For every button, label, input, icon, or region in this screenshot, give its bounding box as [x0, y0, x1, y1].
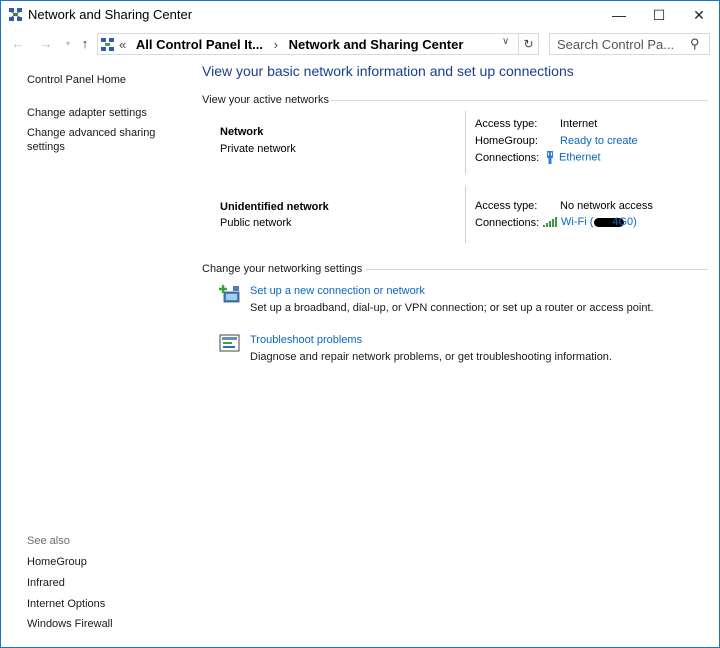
address-bar[interactable]: « All Control Panel It... › Network and …	[97, 33, 519, 55]
sidebar-item-infrared[interactable]: Infrared	[27, 576, 65, 590]
section-divider	[366, 269, 708, 270]
window-title: Network and Sharing Center	[28, 7, 193, 22]
network-divider	[465, 186, 466, 243]
access-type-label: Access type:	[475, 200, 538, 212]
see-also-heading: See also	[27, 535, 70, 547]
setup-new-connection-link[interactable]: Set up a new connection or network	[250, 285, 425, 297]
ethernet-connection-link[interactable]: Ethernet	[545, 151, 601, 164]
sidebar-item-homegroup[interactable]: HomeGroup	[27, 555, 87, 569]
window: Network and Sharing Center — ☐ ✕ ← → ▾ ↑…	[0, 0, 720, 648]
navigation-bar: ← → ▾ ↑ « All Control Panel It... › Netw…	[1, 31, 719, 57]
maximize-icon: ☐	[652, 6, 666, 23]
breadcrumb-current[interactable]: Network and Sharing Center	[289, 37, 464, 52]
arrow-left-icon: ←	[11, 36, 25, 51]
wifi-connection-link[interactable]: Wi-Fi ( 4G0)	[543, 216, 637, 228]
access-type-value: No network access	[560, 200, 653, 212]
wifi-label-suffix[interactable]: 4G0)	[612, 216, 636, 228]
network-name: Network	[220, 126, 264, 138]
breadcrumb-overflow[interactable]: «	[119, 37, 126, 52]
search-input[interactable]: Search Control Pa... ⚲	[549, 33, 710, 55]
minimize-icon: —	[612, 7, 626, 23]
connections-label: Connections:	[475, 152, 540, 164]
recent-locations-button[interactable]: ▾	[60, 34, 76, 54]
troubleshoot-link[interactable]: Troubleshoot problems	[250, 334, 362, 346]
sidebar-item-windows-firewall[interactable]: Windows Firewall	[27, 617, 113, 631]
change-settings-heading: Change your networking settings	[202, 263, 363, 275]
sidebar-item-change-adapter-settings[interactable]: Change adapter settings	[27, 106, 147, 120]
new-connection-icon	[219, 285, 240, 303]
wifi-signal-icon	[543, 217, 557, 228]
search-icon[interactable]: ⚲	[690, 36, 700, 52]
troubleshoot-icon	[219, 334, 240, 352]
network-center-icon	[9, 8, 22, 21]
ethernet-label[interactable]: Ethernet	[559, 151, 601, 163]
up-button[interactable]: ↑	[77, 34, 93, 54]
arrow-up-icon: ↑	[81, 36, 89, 51]
breadcrumb-parent[interactable]: All Control Panel It...	[136, 37, 263, 52]
troubleshoot-desc: Diagnose and repair network problems, or…	[250, 351, 612, 363]
access-type-label: Access type:	[475, 118, 538, 130]
network-center-icon	[101, 38, 114, 51]
network-category-link[interactable]: Private network	[220, 143, 296, 155]
access-type-value: Internet	[560, 118, 598, 130]
arrow-right-icon: →	[39, 36, 53, 51]
title-bar: Network and Sharing Center — ☐ ✕	[1, 1, 719, 29]
refresh-icon: ↻	[523, 37, 534, 51]
close-button[interactable]: ✕	[679, 1, 719, 29]
wifi-label[interactable]: Wi-Fi (	[561, 216, 593, 228]
sidebar-item-change-advanced-sharing[interactable]: Change advanced sharing settings	[27, 126, 167, 154]
chevron-down-icon: ▾	[65, 39, 70, 48]
sidebar: Control Panel Home Change adapter settin…	[1, 59, 196, 647]
forward-button[interactable]: →	[38, 34, 54, 54]
active-networks-heading: View your active networks	[202, 94, 329, 106]
network-name: Unidentified network	[220, 201, 329, 213]
sidebar-item-internet-options[interactable]: Internet Options	[27, 597, 105, 611]
ethernet-icon	[547, 151, 553, 164]
homegroup-link[interactable]: Ready to create	[560, 135, 638, 147]
setup-new-connection-desc: Set up a broadband, dial-up, or VPN conn…	[250, 302, 654, 314]
section-divider	[331, 100, 708, 101]
network-category-link[interactable]: Public network	[220, 217, 292, 229]
network-divider	[465, 111, 466, 174]
page-title: View your basic network information and …	[202, 63, 574, 79]
homegroup-label: HomeGroup:	[475, 135, 538, 147]
connections-label: Connections:	[475, 217, 540, 229]
sidebar-item-control-panel-home[interactable]: Control Panel Home	[27, 73, 126, 87]
search-placeholder: Search Control Pa...	[557, 37, 675, 52]
minimize-button[interactable]: —	[599, 1, 639, 29]
back-button[interactable]: ←	[10, 34, 26, 54]
close-icon: ✕	[693, 6, 705, 23]
breadcrumb-separator[interactable]: ›	[274, 37, 278, 52]
maximize-button[interactable]: ☐	[639, 1, 679, 29]
breadcrumb: « All Control Panel It... › Network and …	[119, 37, 463, 52]
address-dropdown-icon[interactable]: ∨	[502, 36, 509, 47]
refresh-button[interactable]: ↻	[519, 33, 539, 55]
